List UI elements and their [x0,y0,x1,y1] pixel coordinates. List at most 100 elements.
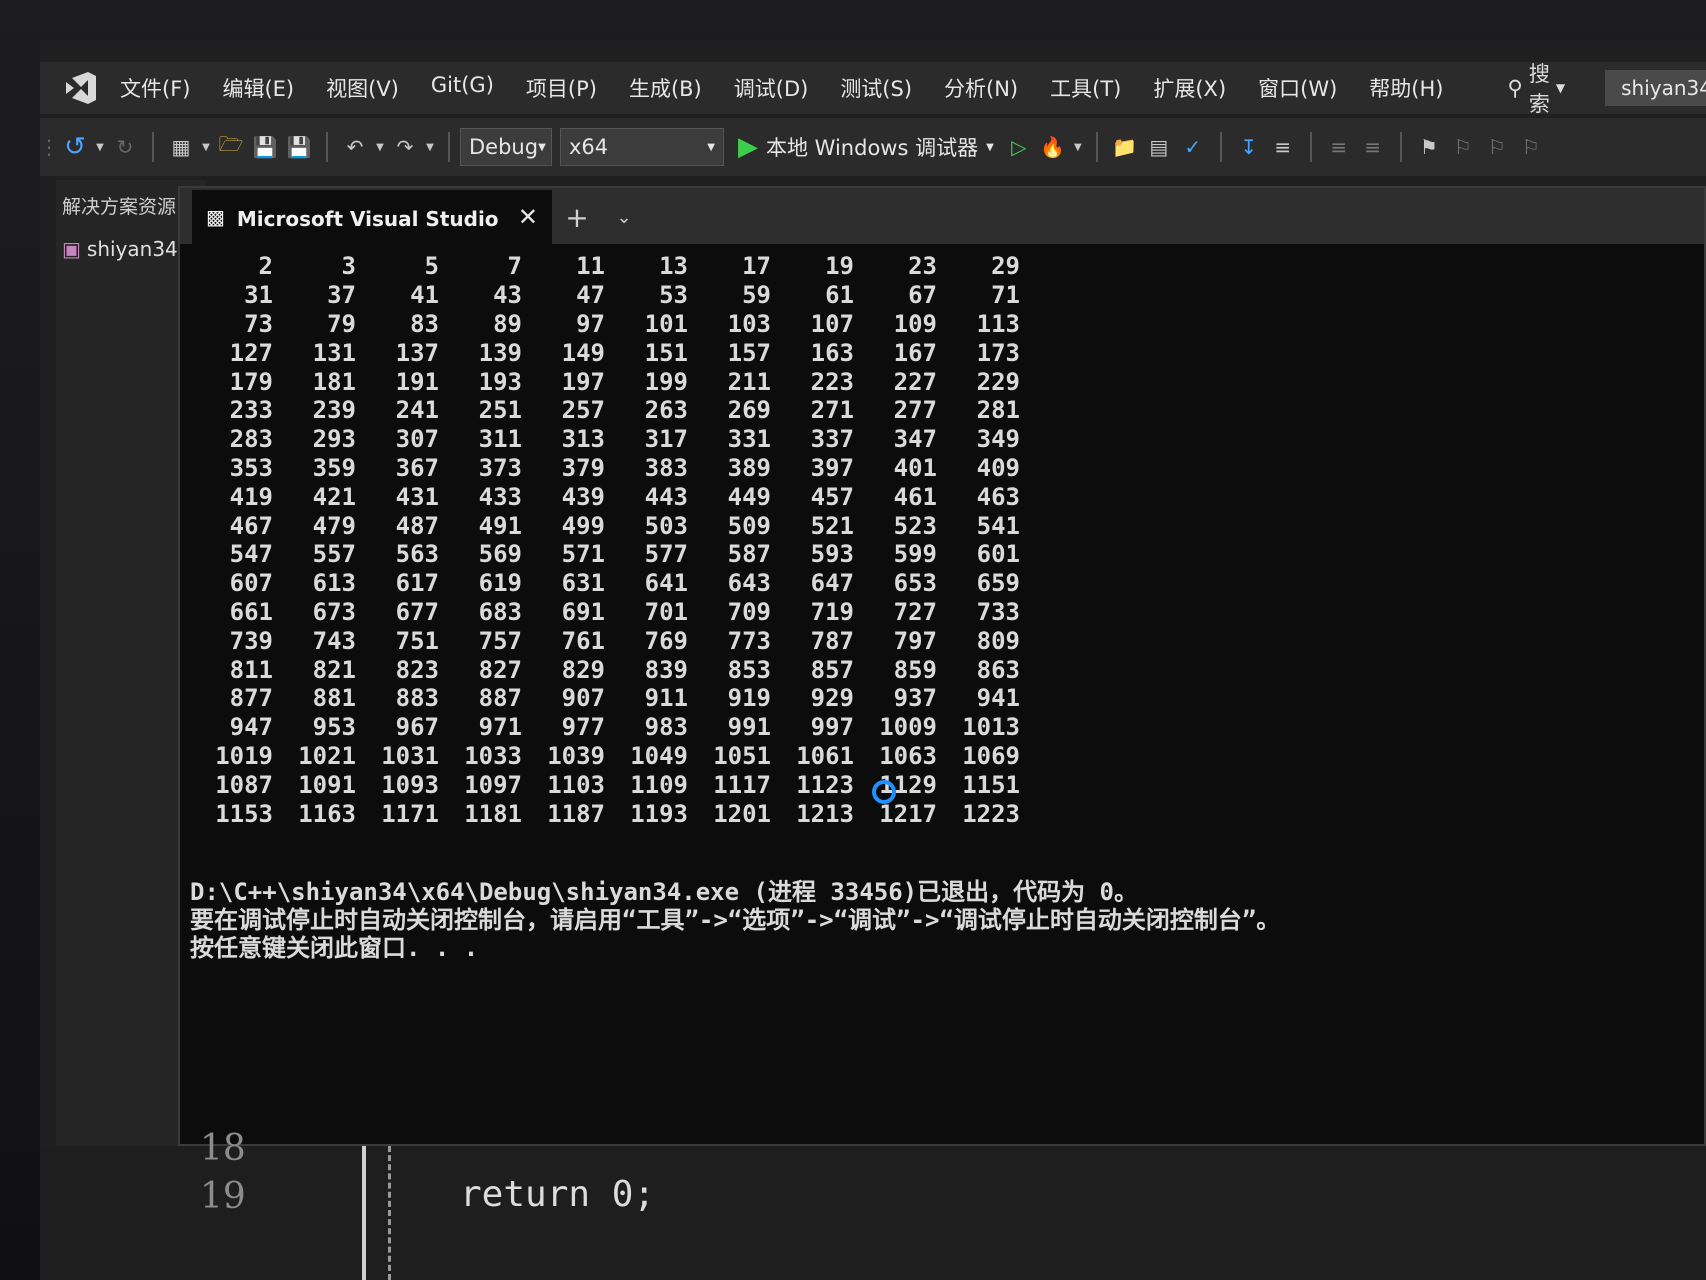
menu-item[interactable]: 窗口(W) [1258,73,1337,103]
menu-item[interactable]: 生成(B) [629,73,702,103]
prime-value: 773 [727,626,771,655]
output-row: 739 743 751 757 761 769 773 787 797 809 [190,626,1020,655]
output-row: 661 673 677 683 691 701 709 719 727 733 [190,598,1020,627]
prime-value: 433 [478,482,522,511]
prev-bookmark-icon[interactable]: ⚐ [1446,130,1480,164]
navigate-forward-icon[interactable]: ↻ [108,130,142,164]
prime-value: 31 [244,281,273,310]
menu-item[interactable]: 分析(N) [944,73,1018,103]
step-icon[interactable]: ↧ [1232,130,1266,164]
search-box[interactable]: ⚲ 搜索 ▼ [1507,58,1565,118]
prime-value: 691 [561,597,605,626]
prime-value: 599 [893,540,937,569]
uncomment-icon[interactable]: ≡ [1356,130,1390,164]
visual-studio-logo-icon [62,68,98,108]
console-tab[interactable]: ▩ Microsoft Visual Studio 调试控制台 ✕ [192,190,552,244]
navigate-back-icon[interactable]: ↺ [58,130,92,164]
prime-value: 1021 [298,741,356,770]
start-without-debugging-icon[interactable]: ▷ [1002,130,1036,164]
prime-value: 983 [644,713,688,742]
hot-reload-icon[interactable]: 🔥 [1036,130,1070,164]
clear-bookmarks-icon[interactable]: ⚐ [1514,130,1548,164]
prime-value: 557 [312,540,356,569]
prime-value: 353 [229,453,273,482]
format-icon[interactable]: ≡ [1266,130,1300,164]
prime-value: 283 [229,425,273,454]
undo-icon[interactable]: ↶ [338,130,372,164]
output-row: 31 37 41 43 47 53 59 61 67 71 [190,281,1020,310]
prime-value: 499 [561,511,605,540]
open-folder-icon[interactable]: 🗁 [214,130,248,164]
next-bookmark-icon[interactable]: ⚐ [1480,130,1514,164]
prime-value: 761 [561,626,605,655]
output-row: 283 293 307 311 313 317 331 337 347 349 [190,425,1020,454]
menu-item[interactable]: 调试(D) [734,73,809,103]
prime-value: 1151 [962,770,1020,799]
line-number: 18 [200,1128,246,1169]
prime-value: 613 [312,569,356,598]
prime-value: 151 [644,338,688,367]
prime-value: 953 [312,713,356,742]
prime-value: 157 [727,338,771,367]
window-layout-icon[interactable]: ▤ [1142,130,1176,164]
menu-item[interactable]: 视图(V) [326,73,399,103]
code-editor[interactable]: 18 19 return 0; [40,1128,1706,1280]
search-icon: ⚲ [1507,76,1523,100]
new-project-icon[interactable]: ▦ [164,130,198,164]
menu-item[interactable]: 编辑(E) [222,73,294,103]
console-messages: D:\C++\shiyan34\x64\Debug\shiyan34.exe (… [190,878,1280,962]
menu-item[interactable]: 帮助(H) [1369,73,1443,103]
prime-value: 271 [810,396,854,425]
new-tab-button[interactable]: + [552,190,602,244]
menu-item[interactable]: 文件(F) [120,73,190,103]
menu-item[interactable]: Git(G) [431,73,494,103]
prime-value: 701 [644,597,688,626]
spell-check-icon[interactable]: ✓ [1176,130,1210,164]
chevron-down-icon: ▼ [986,141,994,153]
menu-item[interactable]: 工具(T) [1050,73,1121,103]
close-icon[interactable]: ✕ [518,203,538,231]
prime-value: 83 [410,309,439,338]
save-all-icon[interactable]: 💾 [282,130,316,164]
chevron-down-icon[interactable]: ▼ [92,130,108,164]
start-debugging-button[interactable]: ▶ 本地 Windows 调试器 ▼ [738,132,994,162]
chevron-down-icon[interactable]: ▼ [422,130,438,164]
prime-value: 431 [395,482,439,511]
prime-value: 997 [810,713,854,742]
chevron-down-icon[interactable]: ▼ [372,130,388,164]
prime-value: 811 [229,655,273,684]
prime-value: 199 [644,367,688,396]
chevron-down-icon[interactable]: ▼ [1070,130,1086,164]
bookmark-icon[interactable]: ⚑ [1412,130,1446,164]
toolbar-separator [326,132,328,162]
output-row: 127 131 137 139 149 151 157 163 167 173 [190,338,1020,367]
solution-platform-select[interactable]: x64 ▼ [560,128,724,166]
prime-value: 647 [810,569,854,598]
prime-value: 631 [561,569,605,598]
solution-explorer-icon[interactable]: 📁 [1108,130,1142,164]
prime-value: 311 [478,425,522,454]
comment-icon[interactable]: ≡ [1322,130,1356,164]
chevron-down-icon[interactable]: ▼ [198,130,214,164]
menu-bar: 文件(F) 编辑(E) 视图(V) Git(G) 项目(P) 生成(B) 调试(D) 测试(S… [40,62,1706,116]
prime-value: 887 [478,684,522,713]
save-icon[interactable]: 💾 [248,130,282,164]
account-button[interactable]: shiyan34 [1605,70,1706,106]
prime-value: 251 [478,396,522,425]
prime-value: 877 [229,684,273,713]
prime-value: 661 [229,597,273,626]
menu-item[interactable]: 测试(S) [840,73,912,103]
redo-icon[interactable]: ↷ [388,130,422,164]
menu-item[interactable]: 扩展(X) [1153,73,1226,103]
prime-value: 127 [229,338,273,367]
prime-value: 1171 [381,799,439,828]
prime-value: 139 [478,338,522,367]
prime-value: 727 [893,597,937,626]
solution-configuration-select[interactable]: Debug ▼ [460,128,552,166]
prime-value: 193 [478,367,522,396]
chevron-down-icon[interactable]: ⌄ [602,190,646,244]
prime-value: 241 [395,396,439,425]
prime-value: 1217 [879,799,937,828]
menu-item[interactable]: 项目(P) [526,73,597,103]
prime-value: 19 [825,252,854,281]
